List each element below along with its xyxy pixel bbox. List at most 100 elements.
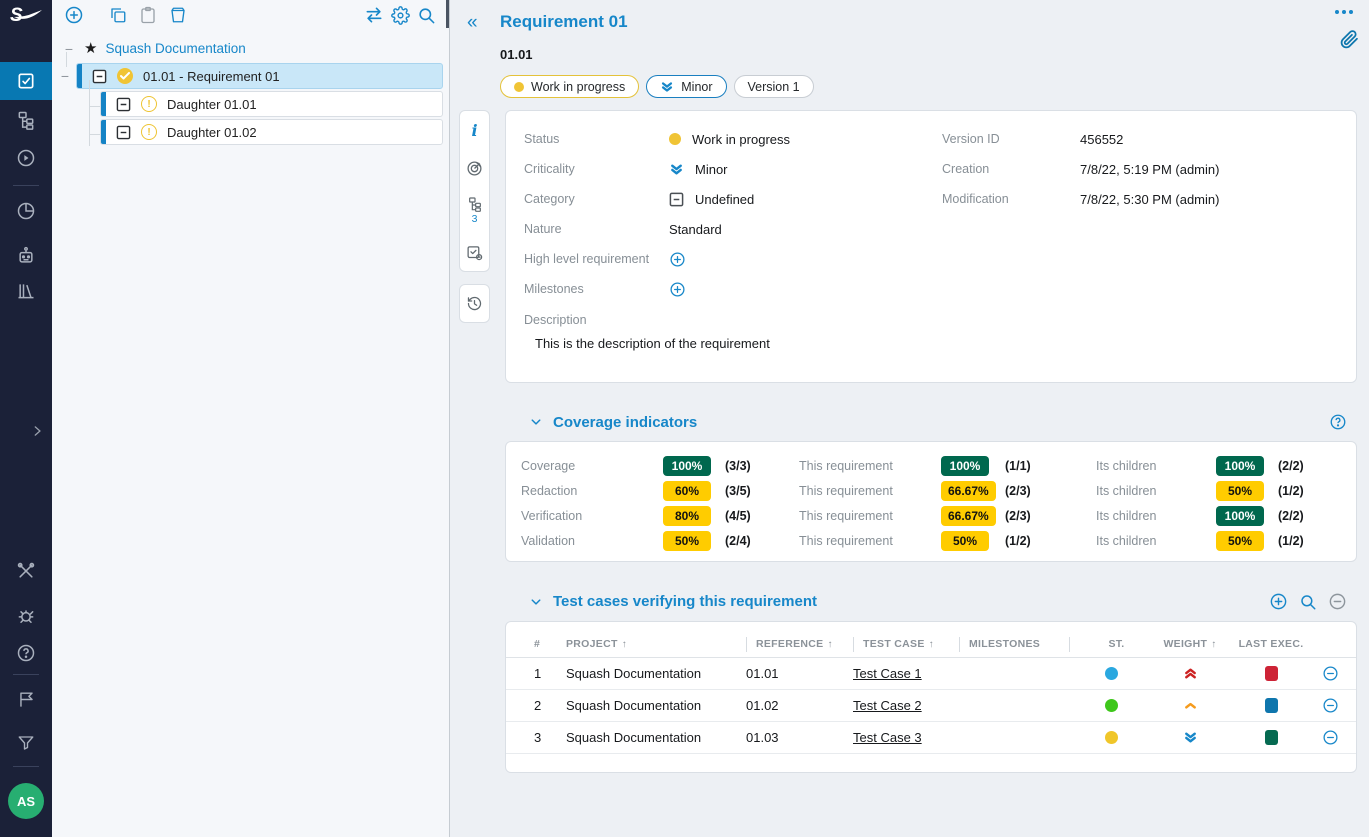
unlink-all-icon[interactable] bbox=[1328, 592, 1347, 611]
this-requirement-label: This requirement bbox=[799, 534, 941, 548]
sort-asc-icon: ↑ bbox=[929, 639, 934, 650]
tree-item-daughter-0102[interactable]: ! Daughter 01.02 bbox=[100, 119, 443, 145]
add-icon[interactable] bbox=[61, 2, 87, 28]
coverage-help-icon[interactable] bbox=[1329, 413, 1347, 431]
attachments-paperclip-icon[interactable] bbox=[1340, 30, 1359, 49]
more-menu-icon[interactable] bbox=[1335, 10, 1353, 14]
col-milestones[interactable]: MILESTONES bbox=[959, 637, 1069, 652]
field-creation: Creation 7/8/22, 5:19 PM (admin) bbox=[942, 154, 1338, 184]
tree-item-requirement-01[interactable]: 01.01 - Requirement 01 bbox=[76, 63, 443, 89]
its-children-label: Its children bbox=[1096, 484, 1216, 498]
coverage-count: (3/5) bbox=[725, 484, 799, 498]
test-case-link[interactable]: Test Case 3 bbox=[853, 730, 922, 745]
col-project[interactable]: PROJECT↑ bbox=[566, 638, 746, 650]
description-text[interactable]: This is the description of the requireme… bbox=[535, 336, 942, 351]
coverage-pct-badge: 60% bbox=[663, 481, 711, 501]
sidebar-item-bugtracker[interactable] bbox=[0, 597, 52, 635]
status-dot-icon bbox=[1105, 699, 1118, 712]
search-icon[interactable] bbox=[413, 2, 439, 28]
sidebar-item-test-cases[interactable] bbox=[0, 101, 52, 139]
tab-information[interactable]: i bbox=[460, 111, 489, 149]
field-value[interactable]: Work in progress bbox=[692, 132, 790, 147]
field-nature: Nature Standard bbox=[524, 214, 942, 244]
requirement-color-bar bbox=[101, 92, 106, 116]
play-circle-icon bbox=[16, 148, 36, 168]
tree-scrollbar[interactable] bbox=[446, 0, 449, 28]
field-value[interactable]: Minor bbox=[695, 162, 728, 177]
rail-divider bbox=[13, 766, 39, 767]
sidebar-item-automation[interactable] bbox=[0, 237, 52, 275]
collapse-toggle-icon[interactable]: − bbox=[58, 71, 72, 81]
chevron-down-icon[interactable] bbox=[530, 596, 542, 608]
col-last-exec[interactable]: LAST EXEC. bbox=[1226, 638, 1316, 650]
col-test-case[interactable]: TEST CASE↑ bbox=[853, 637, 959, 652]
coverage-pct-badge: 80% bbox=[663, 506, 711, 526]
field-status: Status Work in progress bbox=[524, 124, 942, 154]
tab-linked-test-cases[interactable]: 3 bbox=[460, 187, 489, 233]
coverage-pct-badge: 100% bbox=[663, 456, 711, 476]
sidebar-item-library[interactable] bbox=[0, 272, 52, 310]
tab-verifying-checkbox-link[interactable] bbox=[460, 233, 489, 271]
sidebar-item-campaigns[interactable] bbox=[0, 139, 52, 177]
coverage-count: (3/3) bbox=[725, 459, 799, 473]
add-high-level-requirement-icon[interactable] bbox=[669, 251, 686, 268]
row-reference: 01.03 bbox=[746, 730, 853, 745]
squash-logo[interactable]: S bbox=[7, 2, 47, 28]
settings-gear-icon[interactable] bbox=[387, 2, 413, 28]
chevron-down-icon[interactable] bbox=[530, 416, 542, 428]
version-badge-label: Version 1 bbox=[748, 80, 800, 94]
version-badge[interactable]: Version 1 bbox=[734, 75, 814, 98]
pie-chart-icon bbox=[16, 201, 36, 221]
tree-item-label: 01.01 - Requirement 01 bbox=[143, 69, 280, 84]
user-avatar[interactable]: AS bbox=[8, 783, 44, 819]
field-high-level-requirement: High level requirement bbox=[524, 244, 942, 274]
criticality-badge[interactable]: Minor bbox=[646, 75, 726, 98]
tree-node-requirement: − 01.01 - Requirement 01 bbox=[58, 63, 443, 89]
tree-item-daughter-0101[interactable]: ! Daughter 01.01 bbox=[100, 91, 443, 117]
tree-root-label[interactable]: Squash Documentation bbox=[105, 41, 245, 56]
tree-root-project[interactable]: − ★ Squash Documentation bbox=[58, 38, 443, 59]
checkbox-link-icon bbox=[466, 244, 483, 261]
unlink-test-case-icon[interactable] bbox=[1316, 665, 1344, 682]
paste-icon[interactable] bbox=[135, 2, 161, 28]
requirement-color-bar bbox=[77, 64, 82, 88]
copy-icon[interactable] bbox=[105, 2, 131, 28]
add-milestone-icon[interactable] bbox=[669, 281, 686, 298]
col-reference[interactable]: REFERENCE↑ bbox=[746, 637, 853, 652]
search-test-case-icon[interactable] bbox=[1299, 593, 1317, 611]
sidebar-item-reporting[interactable] bbox=[0, 192, 52, 230]
field-label: Milestones bbox=[524, 282, 669, 296]
col-status[interactable]: ST. bbox=[1069, 637, 1154, 652]
test-case-link[interactable]: Test Case 1 bbox=[853, 666, 922, 681]
tab-coverage-stats[interactable] bbox=[460, 149, 489, 187]
link-test-case-add-icon[interactable] bbox=[1269, 592, 1288, 611]
sidebar-item-administration[interactable] bbox=[0, 552, 52, 590]
coverage-row-label: Validation bbox=[521, 534, 663, 548]
field-value: 7/8/22, 5:30 PM (admin) bbox=[1080, 192, 1219, 207]
delete-icon[interactable] bbox=[165, 2, 191, 28]
sidebar-item-help[interactable] bbox=[0, 634, 52, 672]
sidebar-item-requirements[interactable] bbox=[0, 62, 52, 100]
field-value[interactable]: Standard bbox=[669, 222, 722, 237]
field-value[interactable]: Undefined bbox=[695, 192, 754, 207]
swap-columns-icon[interactable] bbox=[361, 2, 387, 28]
row-project: Squash Documentation bbox=[566, 666, 746, 681]
collapse-panel-chevrons-icon[interactable]: « bbox=[467, 13, 493, 32]
collapse-toggle-icon[interactable]: − bbox=[62, 44, 76, 54]
last-exec-status-icon bbox=[1265, 730, 1278, 745]
detail-tab-gutter: i 3 bbox=[456, 110, 505, 773]
status-badge[interactable]: Work in progress bbox=[500, 75, 639, 98]
test-case-link[interactable]: Test Case 2 bbox=[853, 698, 922, 713]
col-num[interactable]: # bbox=[534, 638, 566, 650]
coverage-pct-badge: 66.67% bbox=[941, 506, 996, 526]
tab-history[interactable] bbox=[460, 285, 489, 322]
coverage-pct-badge: 50% bbox=[941, 531, 989, 551]
col-weight[interactable]: WEIGHT↑ bbox=[1154, 638, 1226, 650]
expand-rail-chevron-icon[interactable] bbox=[30, 424, 44, 438]
requirements-tree: − ★ Squash Documentation − 01.01 - Requi… bbox=[52, 30, 449, 145]
unlink-test-case-icon[interactable] bbox=[1316, 729, 1344, 746]
unlink-test-case-icon[interactable] bbox=[1316, 697, 1344, 714]
sidebar-item-filters[interactable] bbox=[0, 724, 52, 762]
square-minus-icon bbox=[92, 69, 107, 84]
sidebar-item-milestones[interactable] bbox=[0, 680, 52, 718]
